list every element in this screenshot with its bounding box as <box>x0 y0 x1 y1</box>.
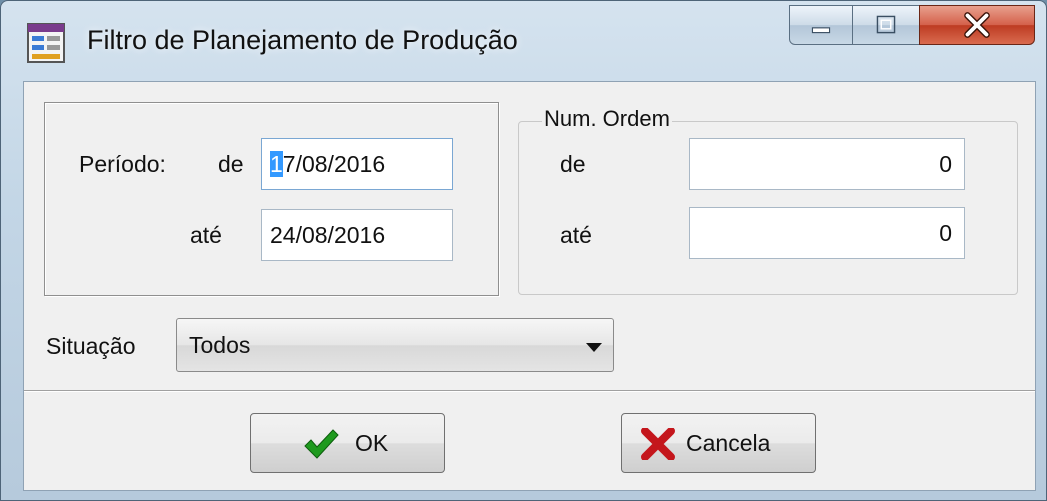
title-bar[interactable]: Filtro de Planejamento de Produção <box>1 1 1046 81</box>
cancel-button[interactable]: Cancela <box>621 413 816 473</box>
cancel-label: Cancela <box>686 430 771 456</box>
periodo-de-input[interactable]: 17/08/2016 <box>261 138 453 190</box>
periodo-label: Período: <box>79 151 166 177</box>
ok-label: OK <box>355 430 389 456</box>
dialog-window: Filtro de Planejamento de Produção Perío… <box>0 0 1047 501</box>
num-ordem-de-label: de <box>560 151 586 177</box>
close-icon <box>964 12 990 38</box>
footer-divider <box>24 390 1035 392</box>
maximize-button[interactable] <box>852 5 920 45</box>
maximize-icon <box>876 15 896 34</box>
situacao-label: Situação <box>46 333 136 359</box>
periodo-group <box>44 102 499 296</box>
date-text: 7/08/2016 <box>282 151 386 177</box>
periodo-ate-label: até <box>190 222 222 248</box>
minimize-icon <box>811 27 831 34</box>
chevron-down-icon <box>586 343 602 352</box>
minimize-button[interactable] <box>789 5 853 45</box>
periodo-ate-input[interactable]: 24/08/2016 <box>261 209 453 261</box>
ok-button[interactable]: OK <box>250 413 445 473</box>
selected-text: 1 <box>270 151 283 177</box>
form-icon <box>27 23 65 63</box>
dialog-body: Período: de 17/08/2016 até 24/08/2016 Nu… <box>23 81 1036 491</box>
num-ordem-ate-label: até <box>560 222 592 248</box>
close-button[interactable] <box>919 5 1035 45</box>
situacao-select[interactable]: Todos <box>176 318 614 372</box>
x-icon <box>641 428 675 460</box>
window-title: Filtro de Planejamento de Produção <box>87 25 518 55</box>
num-ordem-legend: Num. Ordem <box>542 106 672 132</box>
num-ordem-de-input[interactable]: 0 <box>689 138 965 190</box>
num-ordem-ate-input[interactable]: 0 <box>689 207 965 259</box>
checkmark-icon <box>304 429 339 459</box>
situacao-selected-value: Todos <box>189 332 251 358</box>
periodo-de-label: de <box>218 151 244 177</box>
